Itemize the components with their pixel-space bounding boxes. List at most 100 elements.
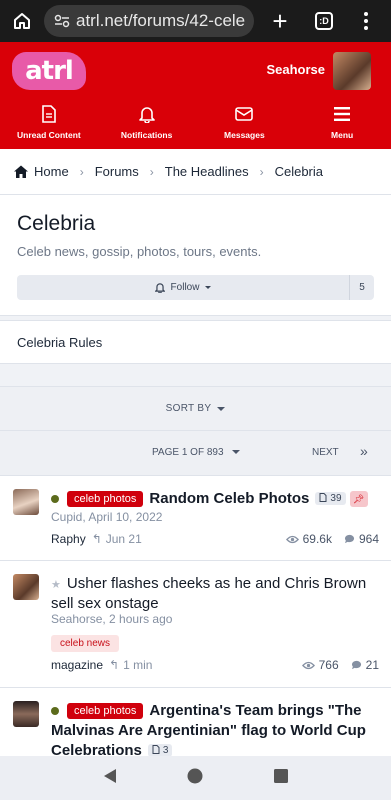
thread-prefix[interactable]: celeb photos: [67, 703, 144, 719]
caret-down-icon: [232, 450, 241, 455]
nav-unread-content[interactable]: Unread Content: [0, 104, 98, 144]
chevron-right-icon: ›: [259, 164, 264, 179]
browser-toolbar: atrl.net/forums/42-cele + :D: [0, 0, 391, 42]
thread-row[interactable]: celeb photos Argentina's Team brings "The…: [0, 688, 391, 759]
site-logo[interactable]: atrl: [12, 52, 86, 90]
thread-title[interactable]: Usher flashes cheeks as he and Chris Bro…: [51, 575, 366, 612]
recents-icon[interactable]: [273, 768, 288, 788]
thread-title-line: celeb photos Random Celeb Photos 39 📌︎: [51, 489, 379, 509]
eye-icon: [301, 661, 315, 669]
avatar[interactable]: [13, 701, 39, 727]
last-post-time[interactable]: 1 min: [123, 658, 152, 672]
thread-prefix[interactable]: celeb photos: [67, 491, 144, 507]
site-nav: Unread Content Notifications Messages Me…: [0, 104, 391, 144]
user-avatar[interactable]: [333, 52, 371, 90]
breadcrumb: Home › Forums › The Headlines › Celebria: [0, 149, 391, 195]
nav-notifications[interactable]: Notifications: [98, 104, 196, 144]
thread-title[interactable]: Random Celeb Photos: [149, 490, 309, 507]
chevron-right-icon: ›: [149, 164, 154, 179]
chevron-right-icon: ›: [79, 164, 84, 179]
last-poster[interactable]: Raphy: [51, 532, 86, 546]
follower-count[interactable]: 5: [349, 275, 374, 300]
new-tab-button[interactable]: +: [258, 0, 302, 42]
nav-messages[interactable]: Messages: [196, 104, 294, 144]
last-poster[interactable]: magazine: [51, 658, 103, 672]
eye-icon: [285, 535, 299, 543]
thread-row[interactable]: celeb photos Random Celeb Photos 39 📌︎ Cupi…: [0, 476, 391, 561]
nav-label: Menu: [331, 130, 354, 140]
thread-prefix-line: celeb news: [51, 633, 379, 652]
page-count: 39: [330, 493, 342, 504]
browser-menu-icon[interactable]: [346, 0, 386, 42]
thread-prefix[interactable]: celeb news: [51, 635, 120, 652]
thread-row[interactable]: ★ Usher flashes cheeks as he and Chris Br…: [0, 561, 391, 688]
document-icon: [152, 745, 160, 754]
home-icon: [14, 165, 28, 178]
browser-home-icon[interactable]: [0, 0, 44, 42]
bell-icon: [138, 104, 155, 124]
replies-stat: 964: [344, 532, 379, 546]
caret-down-icon: [205, 286, 212, 289]
pagination: PAGE 1 OF 893 NEXT »: [0, 431, 391, 476]
hamburger-icon: [334, 104, 351, 124]
tab-switcher-button[interactable]: :D: [302, 0, 346, 42]
forum-description: Celeb news, gossip, photos, tours, event…: [17, 244, 262, 259]
nav-label: Notifications: [120, 130, 173, 140]
reply-icon: ↰: [91, 532, 102, 546]
breadcrumb-forums[interactable]: Forums: [95, 164, 139, 179]
forum-rules-link[interactable]: Celebria Rules: [0, 320, 391, 364]
thread-stats: magazine ↰ 1 min 766 21: [51, 658, 379, 672]
avatar[interactable]: [13, 489, 39, 515]
system-navigation-bar: [0, 756, 391, 800]
forum-header: Celebria Celeb news, gossip, photos, tou…: [0, 195, 391, 316]
bell-icon: [154, 283, 165, 293]
reply-icon: ↰: [109, 658, 120, 672]
nav-menu[interactable]: Menu: [293, 104, 391, 144]
views-count: 69.6k: [302, 532, 332, 546]
site-header: atrl Seahorse Unread Content Notificatio…: [0, 42, 391, 149]
follow-control: Follow 5: [17, 275, 374, 300]
thread-title-line: ★ Usher flashes cheeks as he and Chris Br…: [51, 574, 379, 614]
avatar[interactable]: [13, 574, 39, 600]
page-title: Celebria: [17, 212, 96, 235]
page-count-badge[interactable]: 39: [315, 492, 346, 505]
sort-by-button[interactable]: SORT BY: [0, 386, 391, 431]
back-icon[interactable]: [103, 768, 117, 789]
follow-label: Follow: [170, 282, 200, 293]
document-icon: [319, 493, 327, 502]
caret-down-icon: [217, 406, 226, 411]
site-settings-icon[interactable]: [54, 14, 70, 28]
follow-button[interactable]: Follow: [17, 275, 349, 300]
nav-label: Unread Content: [17, 130, 81, 140]
replies-count: 964: [358, 532, 379, 546]
breadcrumb-celebria[interactable]: Celebria: [275, 164, 323, 179]
nav-label: Messages: [224, 130, 265, 140]
views-count: 766: [318, 658, 339, 672]
thread-starter[interactable]: Cupid, April 10, 2022: [51, 510, 379, 524]
replies-stat: 21: [351, 658, 379, 672]
home-circle-icon[interactable]: [187, 768, 203, 789]
next-page-button[interactable]: NEXT: [312, 447, 339, 458]
last-page-icon[interactable]: »: [360, 443, 368, 459]
star-icon: ★: [51, 579, 61, 591]
sort-label: SORT BY: [165, 403, 212, 414]
url-text: atrl.net/forums/42-cele: [76, 11, 246, 30]
replies-count: 21: [365, 658, 379, 672]
views-stat: 69.6k: [285, 532, 332, 546]
thread-starter[interactable]: Seahorse, 2 hours ago: [51, 612, 379, 626]
views-stat: 766: [301, 658, 339, 672]
unread-dot-icon: [51, 706, 59, 715]
last-post-time[interactable]: Jun 21: [106, 532, 142, 546]
tab-count: :D: [315, 12, 333, 30]
address-bar[interactable]: atrl.net/forums/42-cele: [44, 5, 254, 37]
breadcrumb-home[interactable]: Home: [34, 164, 69, 179]
username[interactable]: Seahorse: [266, 62, 325, 77]
page-label: PAGE 1 OF 893: [152, 447, 224, 458]
comment-icon: [351, 660, 361, 670]
page-jump-button[interactable]: PAGE 1 OF 893: [152, 447, 241, 458]
comment-icon: [344, 534, 355, 544]
thread-stats: Raphy ↰ Jun 21 69.6k 964: [51, 532, 379, 546]
thread-title-line: celeb photos Argentina's Team brings "The…: [51, 701, 379, 761]
envelope-icon: [235, 104, 254, 124]
breadcrumb-the-headlines[interactable]: The Headlines: [165, 164, 249, 179]
